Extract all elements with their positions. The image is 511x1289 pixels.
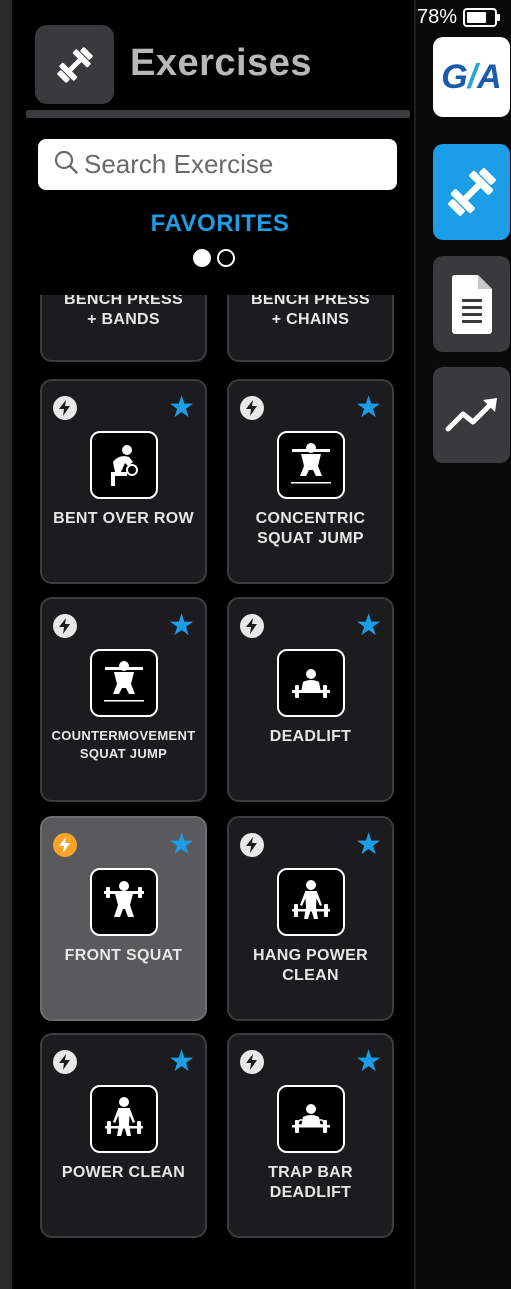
favorite-star-icon[interactable]: ★	[168, 1047, 195, 1077]
favorite-star-icon[interactable]: ★	[355, 393, 382, 423]
rail-exercises-button[interactable]	[433, 144, 510, 240]
panel-divider	[414, 0, 416, 1289]
exercise-name: FRONT SQUAT	[64, 947, 183, 964]
deadlift-icon	[276, 649, 345, 717]
page-indicator[interactable]	[193, 249, 235, 267]
dumbbell-icon	[56, 46, 93, 83]
left-edge	[0, 0, 12, 1289]
power-icon[interactable]	[53, 1050, 77, 1074]
exercise-name-line: BENCH PRESS	[251, 295, 370, 308]
exercise-card[interactable]: ★ TRAP BAR DEADLIFT	[227, 1033, 394, 1238]
exercise-name: HANG POWER CLEAN	[253, 947, 368, 984]
exercise-name-line: + BANDS	[87, 311, 160, 328]
exercise-name: DEADLIFT	[269, 728, 352, 745]
exercise-card[interactable]: ★ CONCENTRIC SQUAT JUMP	[227, 379, 394, 584]
power-clean-icon	[276, 868, 345, 936]
battery-percent: 78%	[416, 6, 457, 28]
bent-over-row-icon	[89, 431, 158, 499]
page-dot-1[interactable]	[193, 249, 211, 267]
power-icon[interactable]	[240, 833, 264, 857]
exercise-card[interactable]: ★ BENT OVER ROW	[40, 379, 207, 584]
favorite-star-icon[interactable]: ★	[355, 830, 382, 860]
favorite-star-icon[interactable]: ★	[168, 393, 195, 423]
exercise-grid: BENCH PRESS + BANDS BENCH PRESS + CHAINS…	[40, 295, 396, 1275]
header-divider	[26, 110, 410, 118]
squat-icon	[89, 649, 158, 717]
squat-icon	[276, 431, 345, 499]
search-icon	[54, 150, 78, 179]
document-icon	[451, 275, 492, 334]
power-icon[interactable]	[240, 396, 264, 420]
power-icon[interactable]	[53, 833, 77, 857]
exercise-name: BENCH PRESS + CHAINS	[235, 295, 386, 330]
page-dot-2[interactable]	[217, 249, 235, 267]
exercise-card[interactable]: ★ COUNTERMOVEMENT SQUAT JUMP	[40, 597, 207, 802]
page-title: Exercises	[130, 42, 312, 84]
favorite-star-icon[interactable]: ★	[168, 830, 195, 860]
app-logo[interactable]: G/A	[433, 37, 510, 117]
power-icon[interactable]	[240, 614, 264, 638]
battery-icon	[463, 8, 500, 27]
exercise-card[interactable]: BENCH PRESS + CHAINS	[227, 295, 394, 362]
exercise-name-line: + CHAINS	[271, 311, 350, 328]
exercise-name: BENCH PRESS + BANDS	[48, 295, 199, 330]
exercise-name: BENT OVER ROW	[53, 510, 194, 527]
exercise-card[interactable]: ★ FRONT SQUAT	[40, 816, 207, 1021]
logo-text: G/A	[441, 57, 502, 96]
trap-bar-deadlift-icon	[276, 1085, 345, 1153]
search-bar[interactable]	[38, 139, 397, 190]
front-squat-icon	[89, 868, 158, 936]
exercise-name: CONCENTRIC SQUAT JUMP	[255, 510, 366, 547]
favorite-star-icon[interactable]: ★	[355, 611, 382, 641]
exercise-name: POWER CLEAN	[61, 1164, 186, 1181]
exercise-name-line: BENCH PRESS	[64, 295, 183, 308]
power-icon[interactable]	[53, 614, 77, 638]
search-input[interactable]	[82, 148, 386, 181]
exercise-card[interactable]: ★ DEADLIFT	[227, 597, 394, 802]
rail-reports-button[interactable]	[433, 256, 510, 352]
exercise-card[interactable]: BENCH PRESS + BANDS	[40, 295, 207, 362]
rail-progress-button[interactable]	[433, 367, 510, 463]
power-icon[interactable]	[53, 396, 77, 420]
section-title[interactable]: FAVORITES	[0, 210, 440, 238]
exercise-name: TRAP BAR DEADLIFT	[268, 1164, 353, 1201]
power-icon[interactable]	[240, 1050, 264, 1074]
header-exercise-icon	[35, 25, 114, 104]
favorite-star-icon[interactable]: ★	[355, 1047, 382, 1077]
dumbbell-icon	[447, 168, 496, 216]
trend-chart-icon	[445, 398, 497, 432]
exercise-card[interactable]: ★ POWER CLEAN	[40, 1033, 207, 1238]
exercise-name: COUNTERMOVEMENT SQUAT JUMP	[51, 728, 196, 761]
power-clean-icon	[89, 1085, 158, 1153]
exercise-card[interactable]: ★ HANG POWER CLEAN	[227, 816, 394, 1021]
favorite-star-icon[interactable]: ★	[168, 611, 195, 641]
